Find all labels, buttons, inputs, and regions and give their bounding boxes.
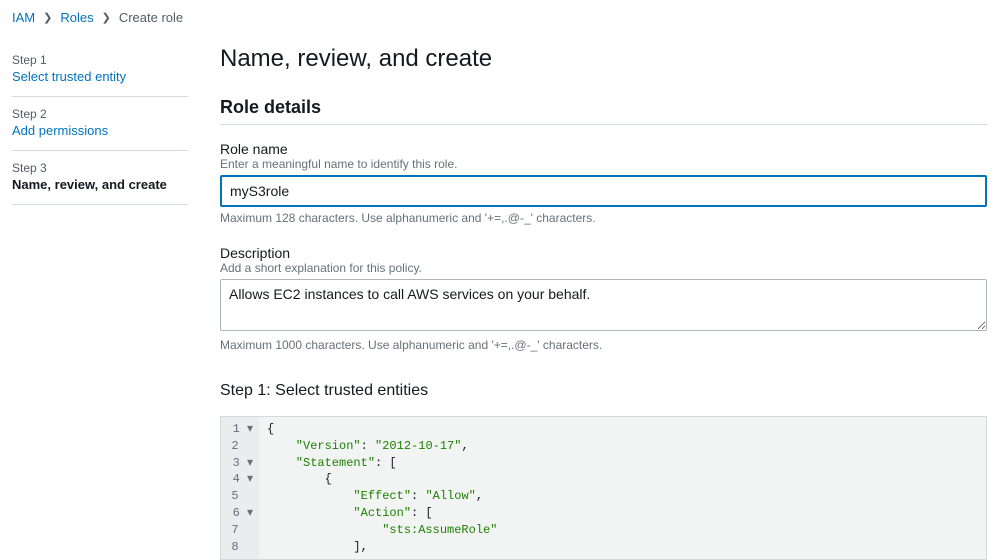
role-name-label: Role name: [220, 141, 987, 157]
role-name-hint: Enter a meaningful name to identify this…: [220, 157, 987, 171]
role-name-input[interactable]: [220, 175, 987, 207]
role-details-heading: Role details: [220, 97, 987, 125]
step-label: Step 3: [12, 161, 188, 175]
wizard-step-2[interactable]: Step 2 Add permissions: [12, 97, 188, 151]
role-name-help: Maximum 128 characters. Use alphanumeric…: [220, 211, 987, 225]
description-input[interactable]: Allows EC2 instances to call AWS service…: [220, 279, 987, 331]
breadcrumb-roles[interactable]: Roles: [60, 10, 93, 25]
breadcrumb-iam[interactable]: IAM: [12, 10, 35, 25]
step-title: Name, review, and create: [12, 177, 188, 192]
wizard-step-1[interactable]: Step 1 Select trusted entity: [12, 43, 188, 97]
page-title: Name, review, and create: [220, 45, 987, 73]
step-title: Add permissions: [12, 123, 188, 138]
wizard-step-3: Step 3 Name, review, and create: [12, 151, 188, 205]
trusted-entities-heading: Step 1: Select trusted entities: [220, 382, 987, 400]
chevron-icon: ❯: [43, 11, 52, 24]
description-label: Description: [220, 245, 987, 261]
trust-policy-editor: 1 ▾ 2 3 ▾ 4 ▾ 5 6 ▾ 7 8 { "Version": "20…: [220, 416, 987, 560]
breadcrumb-current: Create role: [119, 10, 183, 25]
wizard-steps: Step 1 Select trusted entity Step 2 Add …: [0, 35, 200, 560]
main-content: Name, review, and create Role details Ro…: [200, 35, 999, 560]
breadcrumb: IAM ❯ Roles ❯ Create role: [0, 0, 999, 35]
description-hint: Add a short explanation for this policy.: [220, 261, 987, 275]
step-title: Select trusted entity: [12, 69, 188, 84]
chevron-icon: ❯: [102, 11, 111, 24]
step-label: Step 2: [12, 107, 188, 121]
description-help: Maximum 1000 characters. Use alphanumeri…: [220, 338, 987, 352]
description-field: Description Add a short explanation for …: [220, 245, 987, 352]
code-gutter: 1 ▾ 2 3 ▾ 4 ▾ 5 6 ▾ 7 8: [221, 417, 259, 559]
code-body[interactable]: { "Version": "2012-10-17", "Statement": …: [259, 417, 505, 559]
step-label: Step 1: [12, 53, 188, 67]
role-name-field: Role name Enter a meaningful name to ide…: [220, 141, 987, 225]
